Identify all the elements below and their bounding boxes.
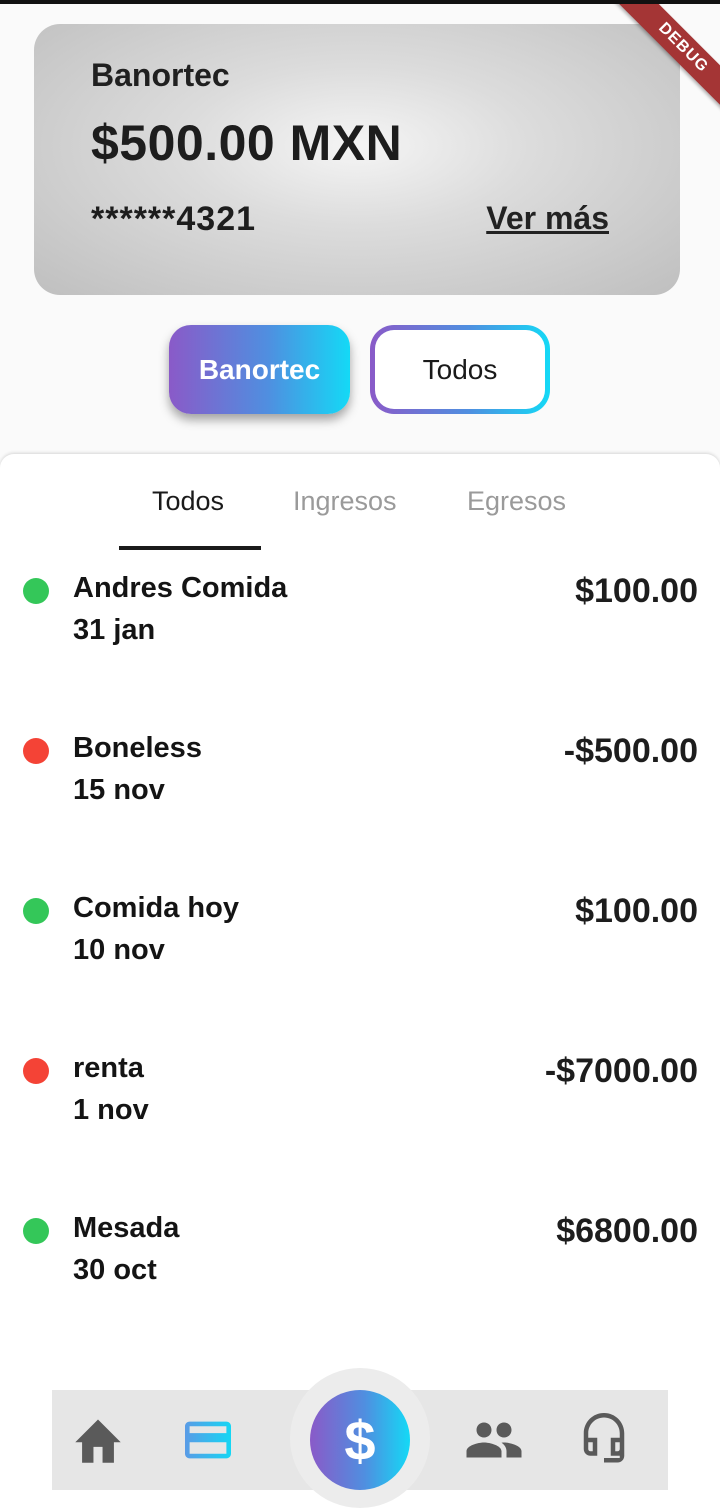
home-icon	[75, 1419, 121, 1463]
transaction-name: Andres Comida	[73, 572, 288, 604]
account-card: Banortec $500.00 MXN ******4321 Ver más	[34, 24, 680, 295]
transaction-name: Comida hoy	[73, 892, 239, 924]
nav-cards[interactable]	[178, 1412, 238, 1468]
transaction-row[interactable]: Mesada 30 oct $6800.00	[0, 1204, 720, 1314]
card-icon	[185, 1421, 231, 1459]
income-indicator	[23, 898, 49, 924]
transaction-amount: $6800.00	[556, 1212, 698, 1250]
tab-indicator	[119, 546, 261, 550]
transaction-amount: $100.00	[575, 572, 698, 610]
expense-indicator	[23, 738, 49, 764]
tab-todos[interactable]: Todos	[152, 486, 224, 517]
status-bar	[0, 0, 720, 4]
card-balance: $500.00 MXN	[91, 115, 403, 171]
nav-transactions[interactable]: $	[310, 1390, 410, 1490]
transaction-row[interactable]: Andres Comida 31 jan $100.00	[0, 564, 720, 674]
people-icon	[466, 1422, 522, 1458]
transaction-amount: $100.00	[575, 892, 698, 930]
transaction-row[interactable]: Comida hoy 10 nov $100.00	[0, 884, 720, 994]
transaction-date: 1 nov	[73, 1094, 149, 1126]
headset-icon	[583, 1413, 625, 1463]
tab-ingresos[interactable]: Ingresos	[293, 486, 397, 517]
transaction-date: 31 jan	[73, 614, 156, 646]
filter-chip-all-label: Todos	[375, 330, 545, 409]
tab-egresos[interactable]: Egresos	[467, 486, 566, 517]
transaction-name: Boneless	[73, 732, 202, 764]
nav-home[interactable]	[68, 1412, 128, 1468]
card-bank-name: Banortec	[91, 57, 230, 93]
see-more-link[interactable]: Ver más	[486, 200, 609, 237]
filter-chip-all[interactable]: Todos	[370, 325, 550, 414]
transaction-date: 30 oct	[73, 1254, 157, 1286]
income-indicator	[23, 1218, 49, 1244]
nav-contacts[interactable]	[464, 1412, 524, 1468]
dollar-icon: $	[344, 1408, 376, 1472]
transaction-date: 10 nov	[73, 934, 165, 966]
nav-support[interactable]	[574, 1412, 634, 1468]
transaction-amount: -$7000.00	[544, 1052, 698, 1090]
card-account-number: ******4321	[91, 200, 257, 238]
filter-chip-bank[interactable]: Banortec	[169, 325, 350, 414]
transactions-sheet: Todos Ingresos Egresos Andres Comida 31 …	[0, 454, 720, 1510]
transaction-name: renta	[73, 1052, 144, 1084]
transaction-date: 15 nov	[73, 774, 165, 806]
transaction-row[interactable]: renta 1 nov -$7000.00	[0, 1044, 720, 1154]
income-indicator	[23, 578, 49, 604]
expense-indicator	[23, 1058, 49, 1084]
transaction-name: Mesada	[73, 1212, 180, 1244]
transaction-row[interactable]: Boneless 15 nov -$500.00	[0, 724, 720, 834]
transaction-amount: -$500.00	[563, 732, 698, 770]
